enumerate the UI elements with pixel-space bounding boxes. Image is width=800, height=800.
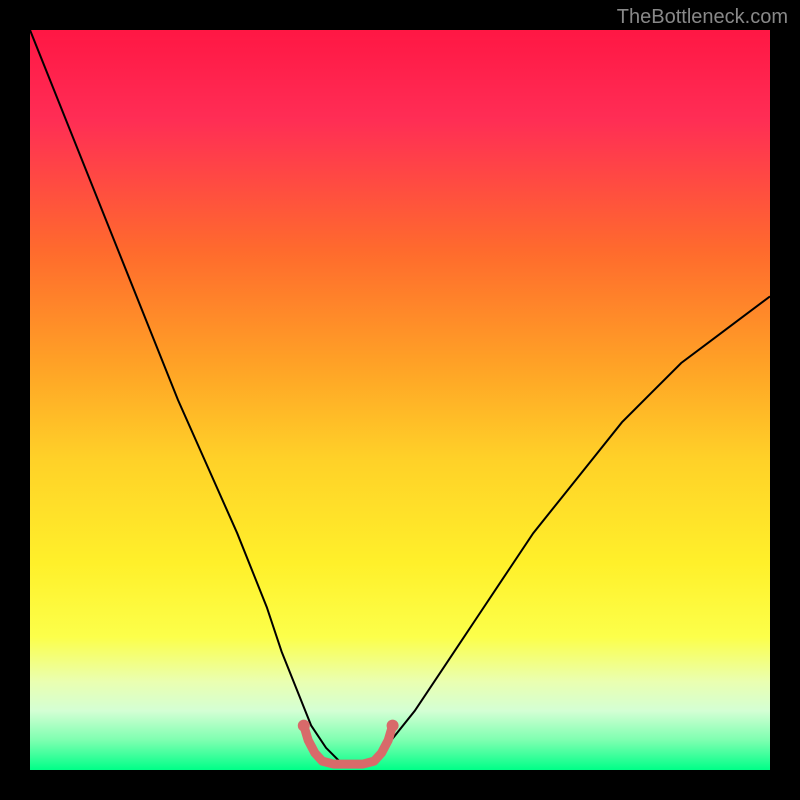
series-optimal-marker-dot: [387, 720, 399, 732]
gradient-background: [30, 30, 770, 770]
chart-container: TheBottleneck.com: [0, 0, 800, 800]
series-optimal-marker-dot: [298, 720, 310, 732]
chart-svg: [30, 30, 770, 770]
watermark-text: TheBottleneck.com: [617, 6, 788, 29]
plot-area: [30, 30, 770, 770]
